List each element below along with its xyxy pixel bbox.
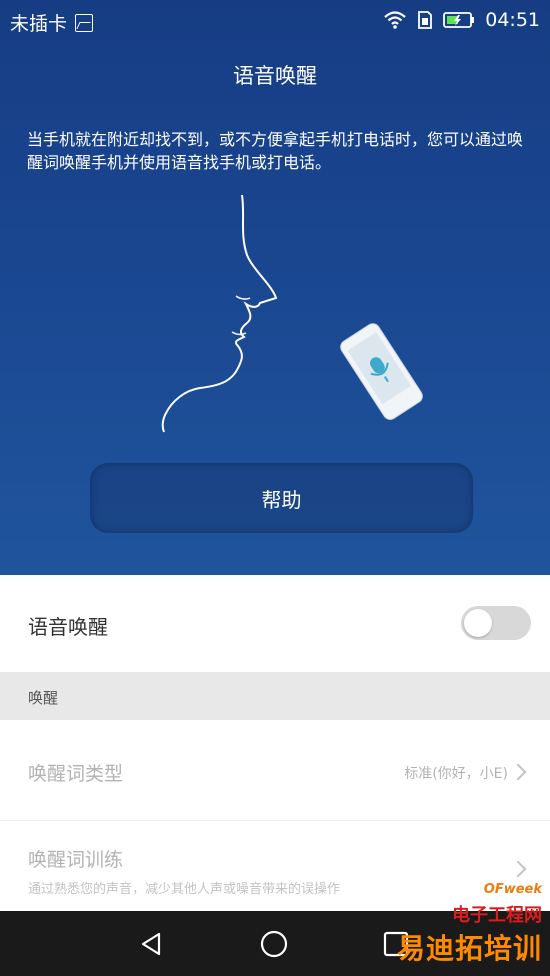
voice-wakeup-switch[interactable] [461, 606, 531, 640]
switch-knob [464, 609, 492, 637]
section-header-label: 唤醒 [28, 689, 59, 707]
watermark-brand: OFweek [483, 882, 542, 897]
chevron-right-icon [509, 860, 527, 878]
page-title: 语音唤醒 [233, 64, 317, 88]
watermark-line2: 易迪拓培训 [396, 932, 542, 965]
wakeup-word-type-label: 唤醒词类型 [28, 763, 124, 785]
hero-panel: 未插卡 04:51 语音唤醒 当手机就在附近却找不到，或不方便拿起手机打电话时，… [0, 0, 550, 575]
wakeup-word-type-value: 标准(你好，小E) [404, 766, 508, 782]
image-notification-icon [75, 13, 94, 32]
voice-wakeup-label: 语音唤醒 [28, 615, 108, 639]
face-phone-illustration [161, 194, 423, 433]
status-bar: 未插卡 04:51 [0, 0, 550, 40]
wifi-icon [384, 11, 406, 29]
battery-icon [443, 12, 475, 28]
home-icon[interactable] [260, 930, 288, 958]
sim-icon [418, 11, 433, 29]
clock-text: 04:51 [485, 9, 540, 31]
watermark-line1: 电子工程网 [452, 905, 542, 926]
wakeup-word-training-subtitle: 通过熟悉您的声音，减少其他人声或噪音带来的误操作 [28, 882, 341, 897]
page-description: 当手机就在附近却找不到，或不方便拿起手机打电话时，您可以通过唤醒词唤醒手机并使用… [27, 130, 524, 172]
help-button[interactable]: 帮助 [90, 463, 473, 533]
wakeup-word-training-label: 唤醒词训练 [28, 849, 124, 871]
carrier-text: 未插卡 [10, 13, 68, 35]
section-header: 唤醒 [0, 672, 550, 720]
chevron-right-icon [509, 763, 527, 781]
back-icon[interactable] [139, 931, 165, 957]
wakeup-word-type-row[interactable]: 唤醒词类型 标准(你好，小E) [0, 722, 550, 821]
watermark: OFweek 电子工程网 易迪拓培训 [397, 882, 542, 967]
